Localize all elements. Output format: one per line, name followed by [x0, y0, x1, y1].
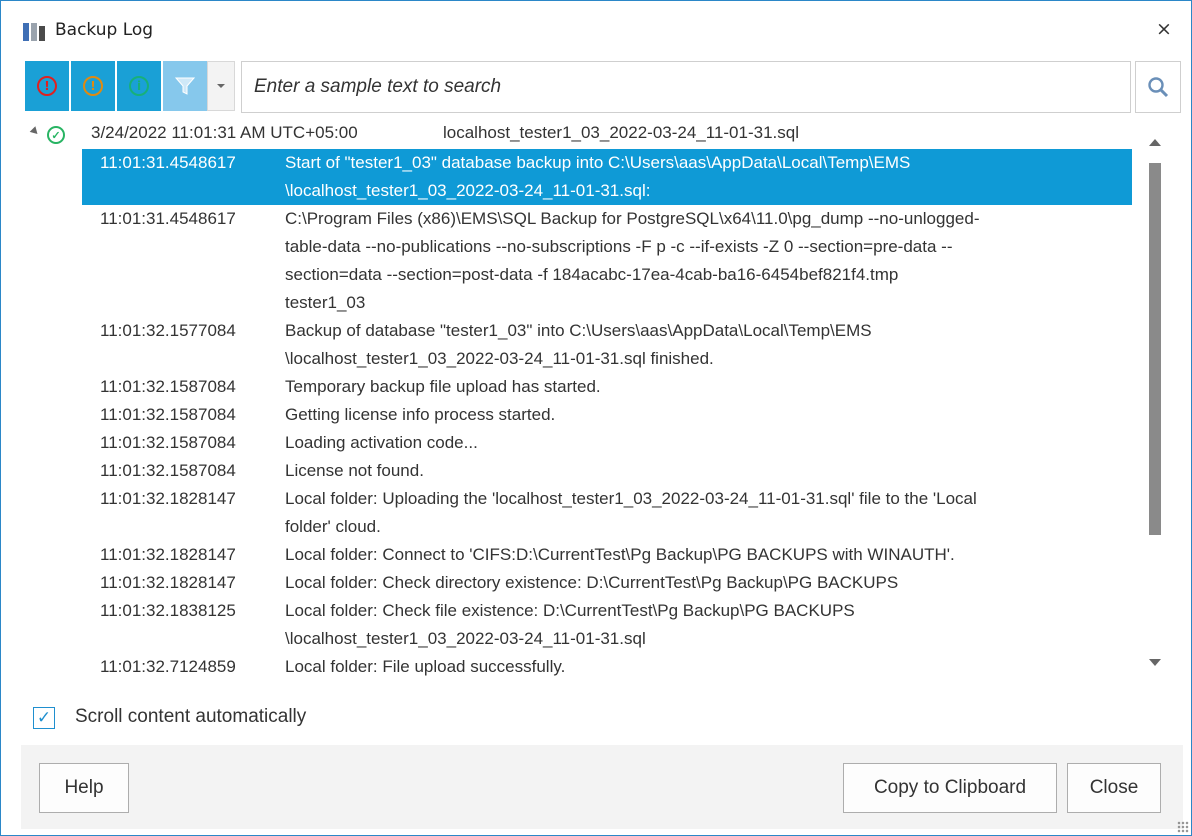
- log-entry-message: Local folder: File upload successfully.: [285, 653, 1135, 681]
- log-entry[interactable]: 11:01:32.1587084 License not found.: [82, 457, 1132, 485]
- log-entry-line: \localhost_tester1_03_2022-03-24_11-01-3…: [285, 349, 714, 368]
- footer-bar: Help Copy to Clipboard Close: [21, 745, 1183, 829]
- log-entry-message: Backup of database "tester1_03" into C:\…: [285, 317, 1135, 373]
- log-entry-time: 11:01:32.1587084: [100, 461, 236, 480]
- log-entry[interactable]: 11:01:32.1587084 Getting license info pro…: [82, 401, 1132, 429]
- log-entry-time: 11:01:32.1587084: [100, 433, 236, 452]
- log-entry-message: Start of "tester1_03" database backup in…: [285, 149, 1135, 205]
- filter-button[interactable]: [163, 61, 207, 111]
- log-entry-time: 11:01:32.1587084: [100, 405, 236, 424]
- log-entry-line: table-data --no-publications --no-subscr…: [285, 237, 953, 256]
- log-entry-line: Start of "tester1_03" database backup in…: [285, 153, 911, 172]
- filter-dropdown-button[interactable]: [207, 61, 235, 111]
- log-entry-line: Loading activation code...: [285, 433, 478, 452]
- close-button[interactable]: Close: [1067, 763, 1161, 813]
- scroll-thumb[interactable]: [1149, 163, 1161, 535]
- log-entry-line: Local folder: File upload successfully.: [285, 657, 566, 676]
- backup-log-window: Backup Log × ! ! i Enter a sample text t…: [0, 0, 1192, 836]
- log-entry-line: License not found.: [285, 461, 424, 480]
- log-entry-time: 11:01:31.4548617: [100, 153, 236, 172]
- chevron-down-icon: [217, 84, 225, 88]
- log-entry[interactable]: 11:01:32.7124859 Local folder: File uploa…: [82, 653, 1132, 681]
- log-entry-time: 11:01:31.4548617: [100, 209, 236, 228]
- info-filter-button[interactable]: i: [117, 61, 161, 111]
- log-entry-message: Loading activation code...: [285, 429, 1135, 457]
- log-entry-message: Local folder: Check directory existence:…: [285, 569, 1135, 597]
- warning-filter-button[interactable]: !: [71, 61, 115, 111]
- log-entry-time: 11:01:32.7124859: [100, 657, 236, 676]
- warning-filter-icon: !: [83, 76, 103, 96]
- info-filter-icon: i: [129, 76, 149, 96]
- log-entry[interactable]: 11:01:31.4548617 Start of "tester1_03" da…: [82, 149, 1132, 205]
- log-entry-message: Temporary backup file upload has started…: [285, 373, 1135, 401]
- log-entry-line: Local folder: Check directory existence:…: [285, 573, 899, 592]
- log-app-icon: [23, 23, 45, 41]
- log-entry-time: 11:01:32.1577084: [100, 321, 236, 340]
- scroll-auto-checkbox[interactable]: ✓: [33, 707, 55, 729]
- log-entry[interactable]: 11:01:32.1587084 Temporary backup file up…: [82, 373, 1132, 401]
- log-entry-line: Local folder: Connect to 'CIFS:D:\Curren…: [285, 545, 955, 564]
- log-entry-message: Local folder: Uploading the 'localhost_t…: [285, 485, 1135, 541]
- log-entry-time: 11:01:32.1587084: [100, 377, 236, 396]
- log-entry-line: Getting license info process started.: [285, 405, 556, 424]
- log-entry-line: \localhost_tester1_03_2022-03-24_11-01-3…: [285, 181, 651, 200]
- log-entry-time: 11:01:32.1828147: [100, 545, 236, 564]
- group-date: 3/24/2022 11:01:31 AM UTC+05:00: [91, 123, 358, 142]
- resize-grip-icon[interactable]: [1177, 821, 1189, 833]
- expand-arrow-icon[interactable]: [29, 126, 41, 137]
- log-entry-time: 11:01:32.1828147: [100, 573, 236, 592]
- log-entry-message: C:\Program Files (x86)\EMS\SQL Backup fo…: [285, 205, 1135, 317]
- scroll-down-icon[interactable]: [1149, 659, 1161, 666]
- log-entry-time: 11:01:32.1828147: [100, 489, 236, 508]
- log-entry-line: Local folder: Check file existence: D:\C…: [285, 601, 855, 620]
- log-list[interactable]: ✓ 3/24/2022 11:01:31 AM UTC+05:00 localh…: [25, 118, 1181, 690]
- scroll-up-icon[interactable]: [1149, 139, 1161, 146]
- log-entry[interactable]: 11:01:32.1828147 Local folder: Check dire…: [82, 569, 1132, 597]
- error-filter-button[interactable]: !: [25, 61, 69, 111]
- log-entry-line: Local folder: Uploading the 'localhost_t…: [285, 489, 977, 508]
- log-entry-message: Getting license info process started.: [285, 401, 1135, 429]
- search-button[interactable]: [1135, 61, 1181, 113]
- funnel-icon: [174, 77, 196, 95]
- search-icon: [1148, 77, 1169, 98]
- log-entry-time: 11:01:32.1838125: [100, 601, 236, 620]
- group-file: localhost_tester1_03_2022-03-24_11-01-31…: [443, 123, 799, 142]
- log-entry-line: C:\Program Files (x86)\EMS\SQL Backup fo…: [285, 209, 980, 228]
- copy-to-clipboard-button[interactable]: Copy to Clipboard: [843, 763, 1057, 813]
- log-entry[interactable]: 11:01:32.1828147 Local folder: Uploading …: [82, 485, 1132, 541]
- log-entry-line: Temporary backup file upload has started…: [285, 377, 601, 396]
- success-check-icon: ✓: [47, 126, 65, 144]
- search-input[interactable]: [241, 61, 1131, 113]
- error-filter-icon: !: [37, 76, 57, 96]
- log-entry-message: License not found.: [285, 457, 1135, 485]
- log-entry[interactable]: 11:01:32.1577084 Backup of database "test…: [82, 317, 1132, 373]
- vertical-scrollbar[interactable]: [1141, 131, 1171, 683]
- log-entry-line: \localhost_tester1_03_2022-03-24_11-01-3…: [285, 629, 646, 648]
- log-entry-line: tester1_03: [285, 293, 366, 312]
- log-entry-message: Local folder: Check file existence: D:\C…: [285, 597, 1135, 653]
- title-bar: Backup Log ×: [1, 1, 1191, 57]
- window-title: Backup Log: [55, 20, 154, 40]
- close-icon[interactable]: ×: [1151, 16, 1177, 42]
- log-entry[interactable]: 11:01:32.1828147 Local folder: Connect to…: [82, 541, 1132, 569]
- log-group-header[interactable]: ✓ 3/24/2022 11:01:31 AM UTC+05:00 localh…: [25, 122, 1145, 150]
- log-entry-line: section=data --section=post-data -f 184a…: [285, 265, 899, 284]
- log-entry[interactable]: 11:01:32.1587084 Loading activation code.…: [82, 429, 1132, 457]
- help-button[interactable]: Help: [39, 763, 129, 813]
- log-entry-line: folder' cloud.: [285, 517, 381, 536]
- log-entry[interactable]: 11:01:32.1838125 Local folder: Check file…: [82, 597, 1132, 653]
- scroll-auto-label: Scroll content automatically: [75, 706, 307, 727]
- log-entry[interactable]: 11:01:31.4548617 C:\Program Files (x86)\E…: [82, 205, 1132, 317]
- log-entry-line: Backup of database "tester1_03" into C:\…: [285, 321, 872, 340]
- log-entry-message: Local folder: Connect to 'CIFS:D:\Curren…: [285, 541, 1135, 569]
